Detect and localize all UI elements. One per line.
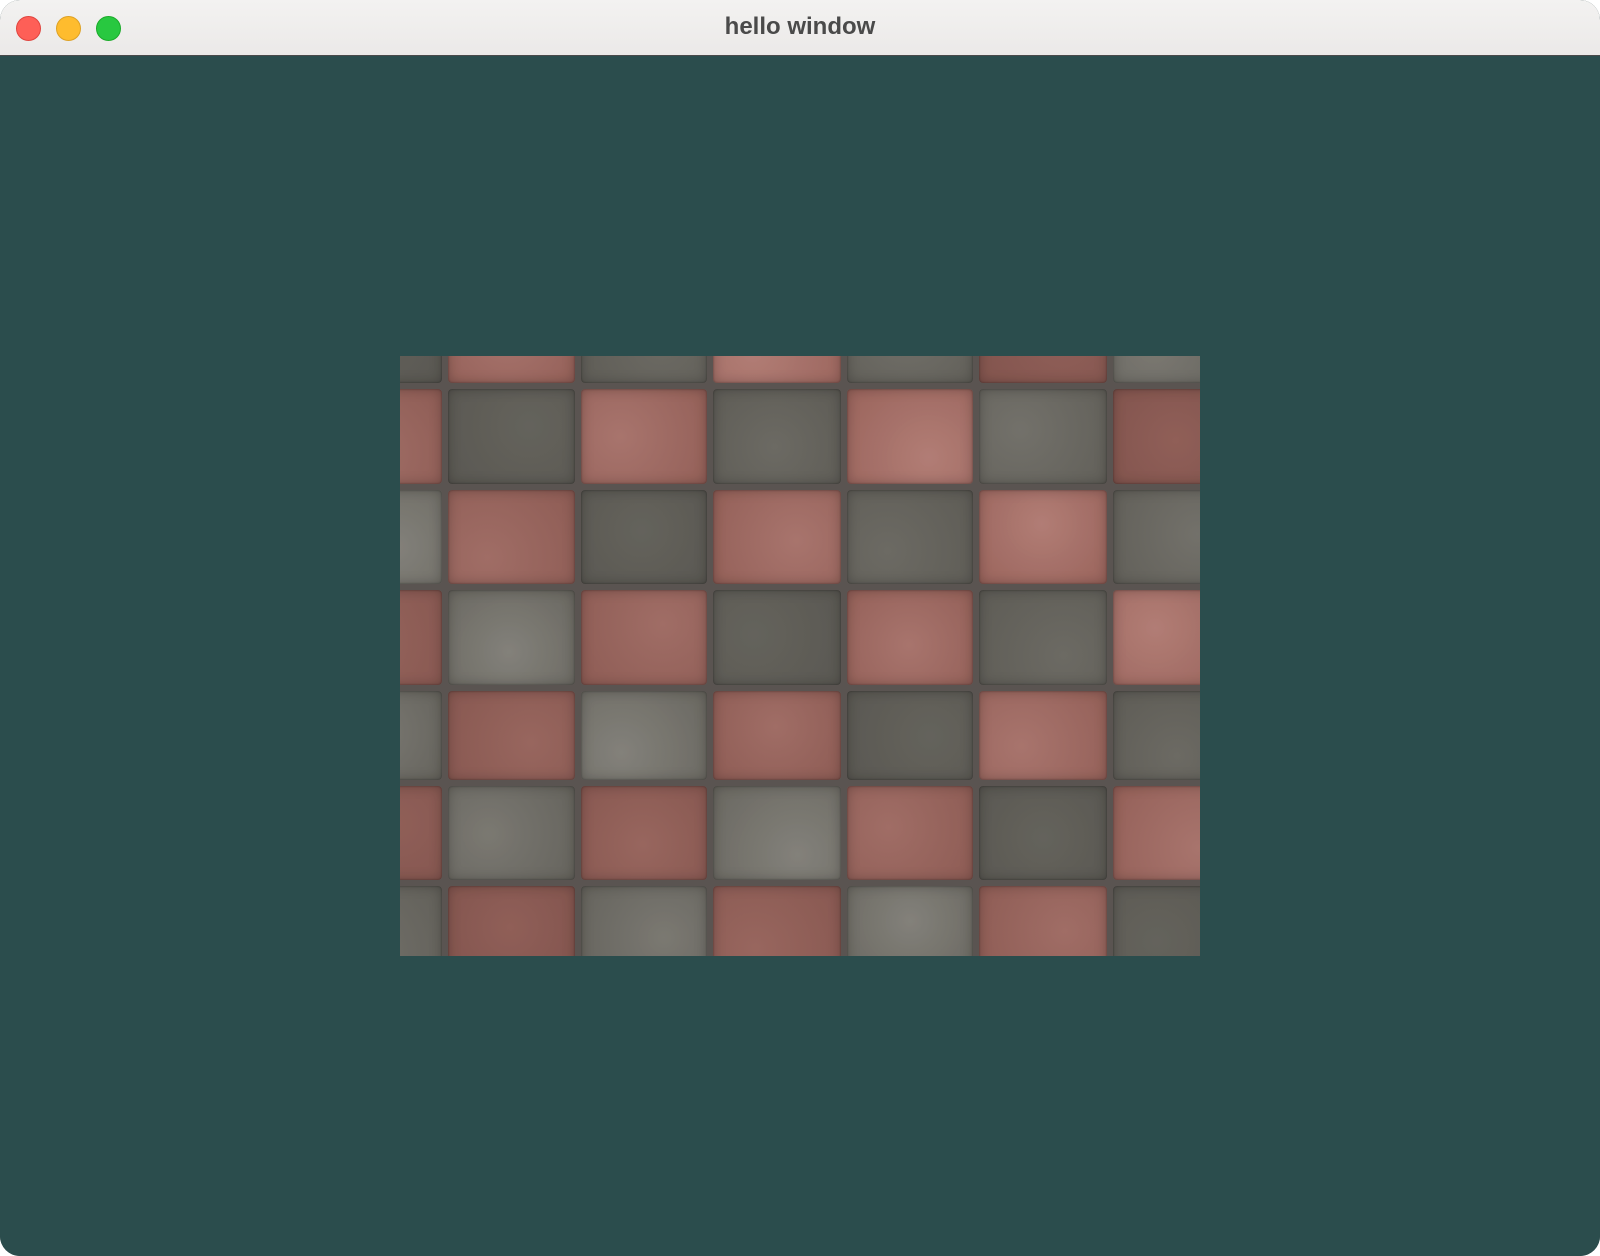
brick-tile	[979, 886, 1107, 956]
brick-tile	[400, 356, 442, 383]
brick-tile	[979, 786, 1107, 880]
brick-tile	[713, 786, 841, 880]
brick-tile	[448, 490, 575, 584]
brick-tile	[713, 691, 841, 780]
brick-tile	[713, 356, 841, 383]
brick-tile	[448, 389, 575, 484]
brick-tile	[448, 691, 575, 780]
brick-tile	[448, 786, 575, 880]
brick-tile	[979, 590, 1107, 685]
brick-tile	[979, 490, 1107, 584]
brick-tile	[581, 886, 707, 956]
brick-tile	[847, 590, 973, 685]
brick-tile	[400, 786, 442, 880]
brick-tile	[581, 786, 707, 880]
brick-tile	[1113, 590, 1200, 685]
brick-tile	[1113, 490, 1200, 584]
brick-tile	[713, 389, 841, 484]
brick-tile	[847, 786, 973, 880]
brick-tile	[713, 886, 841, 956]
brick-texture-quad	[400, 356, 1200, 956]
brick-tile	[847, 389, 973, 484]
brick-tile	[581, 490, 707, 584]
brick-tile	[847, 490, 973, 584]
brick-tile	[979, 691, 1107, 780]
brick-tile	[979, 356, 1107, 383]
brick-tile	[400, 886, 442, 956]
brick-tile	[581, 590, 707, 685]
brick-tile	[713, 490, 841, 584]
brick-tile	[448, 886, 575, 956]
brick-tile	[581, 691, 707, 780]
brick-tile	[581, 356, 707, 383]
app-window: hello window	[0, 0, 1600, 1256]
brick-tile	[847, 691, 973, 780]
brick-tile	[713, 590, 841, 685]
brick-tile	[847, 886, 973, 956]
brick-tile	[1113, 886, 1200, 956]
brick-tile	[1113, 389, 1200, 484]
brick-tile	[448, 356, 575, 383]
brick-tile	[1113, 691, 1200, 780]
brick-tile	[979, 389, 1107, 484]
window-title: hello window	[724, 13, 876, 40]
brick-tile	[400, 490, 442, 584]
title-bar[interactable]: hello window	[0, 0, 1600, 56]
brick-tile	[448, 590, 575, 685]
brick-tile	[1113, 786, 1200, 880]
brick-tile	[847, 356, 973, 383]
brick-tile	[400, 590, 442, 685]
brick-tile	[400, 389, 442, 484]
render-viewport	[0, 56, 1600, 1256]
brick-tile	[581, 389, 707, 484]
brick-tile	[1113, 356, 1200, 383]
brick-tile	[400, 691, 442, 780]
